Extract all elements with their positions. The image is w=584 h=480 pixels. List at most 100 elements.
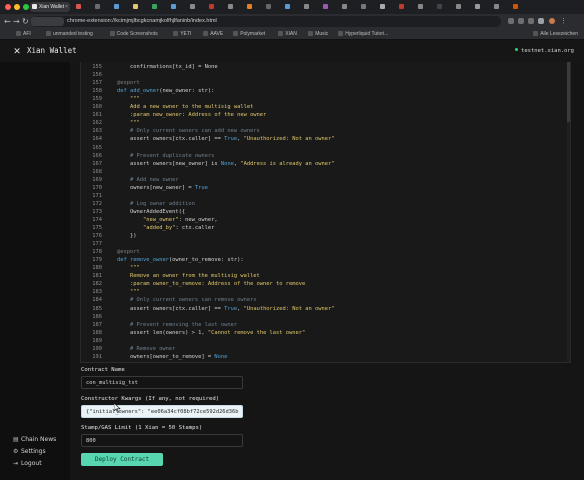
profile-avatar-icon[interactable]	[549, 18, 555, 24]
tab-favicon-icon	[475, 4, 480, 9]
extension-icon[interactable]	[508, 18, 514, 24]
code-token: assert owners[new_owner] is	[117, 160, 221, 167]
code-token: @export	[117, 249, 140, 256]
code-token: True	[194, 184, 208, 191]
code-token: """	[117, 96, 140, 103]
line-number: 159	[92, 96, 102, 103]
close-tab-icon[interactable]: ×	[65, 2, 68, 12]
browser-tab[interactable]	[378, 2, 391, 12]
tab-favicon-icon	[247, 4, 252, 9]
tab-favicon-icon	[266, 4, 271, 9]
constructor-kwargs-label: Constructor Kwargs (If any, not required…	[81, 396, 220, 402]
browser-tab[interactable]	[150, 2, 163, 12]
line-number: 188	[92, 329, 102, 336]
code-token: assert len(owners) >	[117, 329, 199, 336]
browser-tab[interactable]	[359, 2, 372, 12]
scrollbar-thumb[interactable]	[567, 62, 570, 122]
browser-tab[interactable]	[245, 2, 258, 12]
constructor-kwargs-input[interactable]: {"initial_owners": "ee06a34cf08bf72ce592…	[81, 405, 243, 418]
bookmark-folder-all[interactable]: Alle Lesezeichen	[533, 30, 578, 38]
bookmark-item[interactable]: XIAN	[278, 30, 297, 38]
line-number: 185	[92, 305, 102, 312]
sidebar-item-label: Logout	[21, 460, 42, 467]
app-header: ✕ Xian Wallet testnet.xian.org	[0, 40, 584, 63]
code-token: (owner_to_remove: str):	[168, 257, 244, 264]
stamp-limit-input[interactable]: 800	[81, 434, 243, 447]
browser-tab[interactable]	[416, 2, 429, 12]
close-window-dot[interactable]	[5, 4, 11, 10]
bookmark-item[interactable]: Hyperliquid Tutori...	[338, 30, 388, 38]
bookmark-item[interactable]: YETI	[173, 30, 191, 38]
extension-icon[interactable]	[528, 18, 534, 24]
browser-tab[interactable]	[511, 2, 524, 12]
bookmarks-bar: AFI unmanded testing Code Screenshots YETI A…	[0, 29, 584, 40]
menu-kebab-icon[interactable]: ⋮	[560, 18, 567, 25]
browser-tab[interactable]	[454, 2, 467, 12]
line-number: 157	[92, 80, 102, 87]
bookmark-favicon-icon	[233, 31, 239, 36]
browser-tab[interactable]	[264, 2, 277, 12]
line-number: 184	[92, 297, 102, 304]
code-token: assert owners[ctx.caller] ==	[117, 136, 225, 143]
zoom-window-dot[interactable]	[23, 4, 29, 10]
reload-icon[interactable]: ↻	[22, 17, 29, 26]
sidebar-item-logout[interactable]: ⇥ Logout	[13, 459, 42, 468]
browser-tab[interactable]	[473, 2, 486, 12]
browser-tab[interactable]	[188, 2, 201, 12]
code-token: Add a new owner to the multisig wallet	[117, 104, 254, 111]
browser-tab[interactable]	[435, 2, 448, 12]
url-omnibox[interactable]: chrome-extension://kcimjmjlbcgkcnamjkolf…	[31, 16, 501, 27]
minimize-window-dot[interactable]	[14, 4, 20, 10]
extension-chip[interactable]	[31, 17, 64, 26]
browser-tab[interactable]	[131, 2, 144, 12]
sidebar: ▤ Chain News ⚙ Settings ⇥ Logout	[0, 62, 70, 480]
line-number: 160	[92, 104, 102, 111]
code-text: # Only current owners can add new owners	[117, 127, 260, 135]
bookmark-item[interactable]: AAVE	[203, 30, 223, 38]
url-text: chrome-extension://kcimjmjlbcgkcnamjkolf…	[67, 18, 217, 24]
browser-tab[interactable]	[226, 2, 239, 12]
bookmark-item[interactable]: Code Screenshots	[109, 30, 158, 38]
browser-tab[interactable]: Xian Wallet ×	[30, 2, 70, 12]
bookmark-item[interactable]: Music	[308, 30, 328, 38]
line-number: 163	[92, 128, 102, 135]
code-token: # Prevent duplicate owners	[117, 152, 215, 159]
sidebar-item-settings[interactable]: ⚙ Settings	[13, 447, 46, 456]
browser-tab[interactable]	[283, 2, 296, 12]
browser-tab[interactable]	[492, 2, 505, 12]
browser-tab[interactable]	[302, 2, 315, 12]
browser-tab[interactable]	[169, 2, 182, 12]
editor-scrollbar[interactable]	[567, 62, 570, 362]
tab-favicon-icon	[171, 4, 176, 9]
tab-favicon-icon	[133, 4, 138, 9]
bookmark-item[interactable]: unmanded testing	[46, 30, 93, 38]
browser-tab[interactable]	[340, 2, 353, 12]
extension-icon[interactable]	[518, 18, 524, 24]
tab-favicon-icon	[380, 4, 385, 9]
contract-name-input[interactable]: con_multisig_tst	[81, 376, 243, 389]
browser-tab[interactable]	[207, 2, 220, 12]
bookmark-item[interactable]: AFI	[16, 30, 31, 38]
tab-favicon-icon	[342, 4, 347, 9]
line-number: 166	[92, 152, 102, 159]
code-editor[interactable]: 155 confirmations[tx_id] = None 156 157 @ex…	[80, 62, 571, 363]
line-number: 176	[92, 233, 102, 240]
bookmark-item[interactable]: Polymarket	[233, 30, 265, 38]
network-label: testnet.xian.org	[521, 48, 574, 54]
browser-tab[interactable]	[321, 2, 334, 12]
browser-tab[interactable]	[112, 2, 125, 12]
browser-tab[interactable]	[397, 2, 410, 12]
line-number: 178	[92, 249, 102, 256]
sidebar-item-chain-news[interactable]: ▤ Chain News	[13, 435, 56, 444]
deploy-contract-button[interactable]: Deploy Contract	[81, 453, 163, 466]
tab-title: Xian Wallet	[39, 4, 65, 10]
code-text: assert len(owners) > 1, "Cannot remove t…	[117, 329, 305, 337]
bookmark-label: Polymarket	[240, 31, 266, 37]
extensions-puzzle-icon[interactable]	[538, 18, 544, 24]
line-number: 186	[92, 313, 102, 320]
code-token: OwnerAddedEvent({	[117, 208, 186, 215]
forward-icon[interactable]: →	[13, 17, 20, 26]
browser-tab[interactable]	[74, 2, 87, 12]
browser-tab[interactable]	[93, 2, 106, 12]
back-icon[interactable]: ←	[4, 17, 11, 26]
